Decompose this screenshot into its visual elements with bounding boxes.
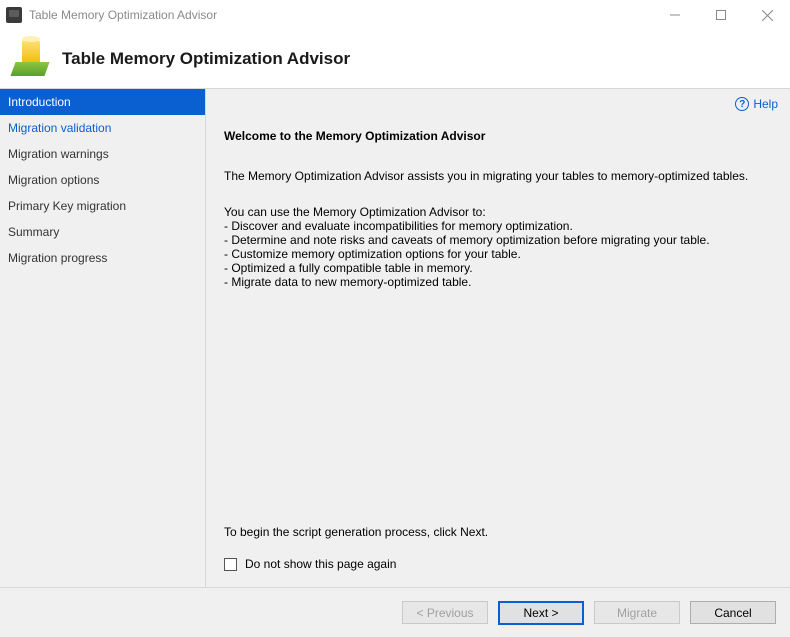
uses-list: - Discover and evaluate incompatibilitie… — [224, 219, 772, 289]
advisor-icon — [10, 39, 50, 79]
app-icon — [6, 7, 22, 23]
previous-button: < Previous — [402, 601, 488, 624]
sidebar-item-introduction[interactable]: Introduction — [0, 89, 205, 115]
window-controls — [652, 0, 790, 30]
sidebar-item-migration-warnings[interactable]: Migration warnings — [0, 141, 205, 167]
do-not-show-label: Do not show this page again — [245, 557, 396, 571]
main-panel: ? Help Welcome to the Memory Optimizatio… — [206, 89, 790, 587]
close-button[interactable] — [744, 0, 790, 30]
window-title: Table Memory Optimization Advisor — [29, 8, 217, 22]
migrate-button: Migrate — [594, 601, 680, 624]
uses-heading: You can use the Memory Optimization Advi… — [224, 205, 772, 219]
intro-text: The Memory Optimization Advisor assists … — [224, 169, 772, 183]
sidebar-item-summary[interactable]: Summary — [0, 219, 205, 245]
uses-item: - Optimized a fully compatible table in … — [224, 261, 772, 275]
body: Introduction Migration validation Migrat… — [0, 89, 790, 587]
next-button[interactable]: Next > — [498, 601, 584, 625]
minimize-button[interactable] — [652, 0, 698, 30]
sidebar-item-migration-validation[interactable]: Migration validation — [0, 115, 205, 141]
uses-item: - Migrate data to new memory-optimized t… — [224, 275, 772, 289]
welcome-heading: Welcome to the Memory Optimization Advis… — [224, 129, 772, 143]
do-not-show-row: Do not show this page again — [224, 557, 396, 571]
uses-item: - Determine and note risks and caveats o… — [224, 233, 772, 247]
header: Table Memory Optimization Advisor — [0, 30, 790, 89]
sidebar-item-migration-options[interactable]: Migration options — [0, 167, 205, 193]
footer: < Previous Next > Migrate Cancel — [0, 587, 790, 637]
sidebar-item-migration-progress[interactable]: Migration progress — [0, 245, 205, 271]
help-link[interactable]: ? Help — [735, 97, 778, 111]
help-label: Help — [753, 97, 778, 111]
cancel-button[interactable]: Cancel — [690, 601, 776, 624]
do-not-show-checkbox[interactable] — [224, 558, 237, 571]
header-title: Table Memory Optimization Advisor — [62, 49, 350, 69]
sidebar: Introduction Migration validation Migrat… — [0, 89, 206, 587]
sidebar-item-primary-key[interactable]: Primary Key migration — [0, 193, 205, 219]
uses-item: - Customize memory optimization options … — [224, 247, 772, 261]
uses-item: - Discover and evaluate incompatibilitie… — [224, 219, 772, 233]
begin-text: To begin the script generation process, … — [224, 525, 488, 539]
help-icon: ? — [735, 97, 749, 111]
maximize-button[interactable] — [698, 0, 744, 30]
titlebar: Table Memory Optimization Advisor — [0, 0, 790, 30]
